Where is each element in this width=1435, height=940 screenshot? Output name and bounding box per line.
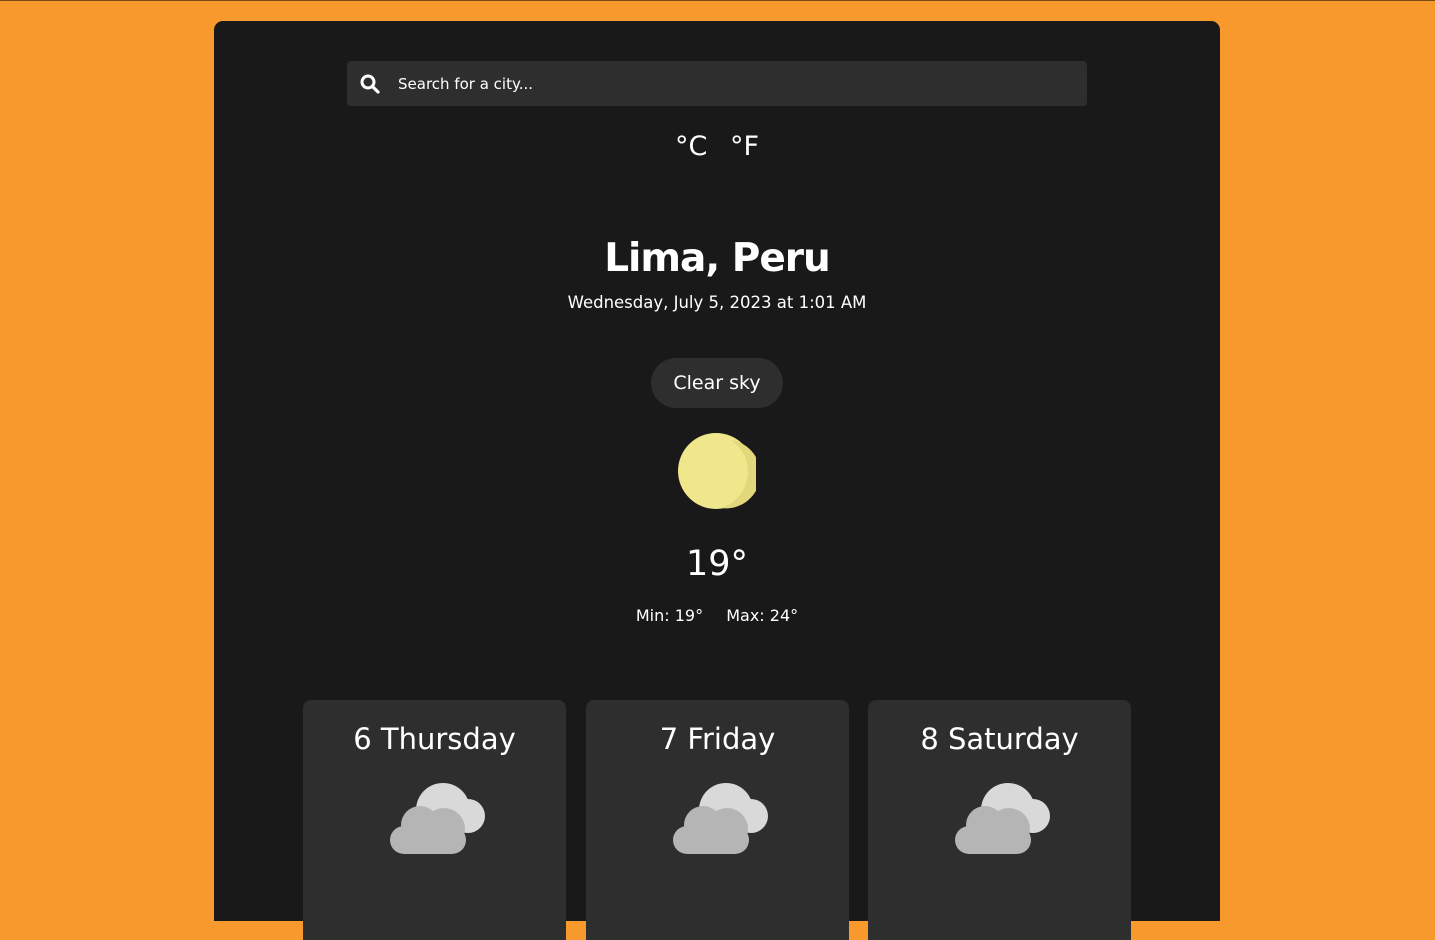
forecast-day: 6 Thursday — [353, 722, 516, 756]
cloud-icon — [951, 780, 1051, 862]
forecast-day: 7 Friday — [659, 722, 776, 756]
search-input[interactable] — [396, 73, 1060, 94]
search-icon[interactable] — [360, 74, 380, 94]
celsius-button[interactable]: °C — [675, 131, 707, 162]
top-border — [0, 0, 1435, 1]
unit-toggle: °C °F — [214, 131, 1220, 162]
condition-badge: Clear sky — [651, 358, 783, 408]
fahrenheit-button[interactable]: °F — [730, 131, 759, 162]
date-time: Wednesday, July 5, 2023 at 1:01 AM — [567, 293, 867, 312]
forecast-card: 7 Friday — [586, 700, 849, 940]
forecast-day: 8 Saturday — [920, 722, 1079, 756]
forecast-card: 8 Saturday — [868, 700, 1131, 940]
search-bar — [347, 61, 1087, 106]
city-name: Lima, Peru — [604, 236, 831, 281]
sun-icon — [676, 432, 761, 516]
forecast-card: 6 Thursday — [303, 700, 566, 940]
max-temperature: Max: 24° — [726, 606, 799, 625]
min-max-temperature: Min: 19° Max: 24° — [214, 606, 1220, 625]
current-temperature: 19° — [685, 544, 749, 584]
cloud-icon — [669, 780, 769, 862]
cloud-icon — [386, 780, 486, 862]
min-temperature: Min: 19° — [635, 606, 704, 625]
weather-app: °C °F Lima, Peru Wednesday, July 5, 2023… — [214, 21, 1220, 940]
